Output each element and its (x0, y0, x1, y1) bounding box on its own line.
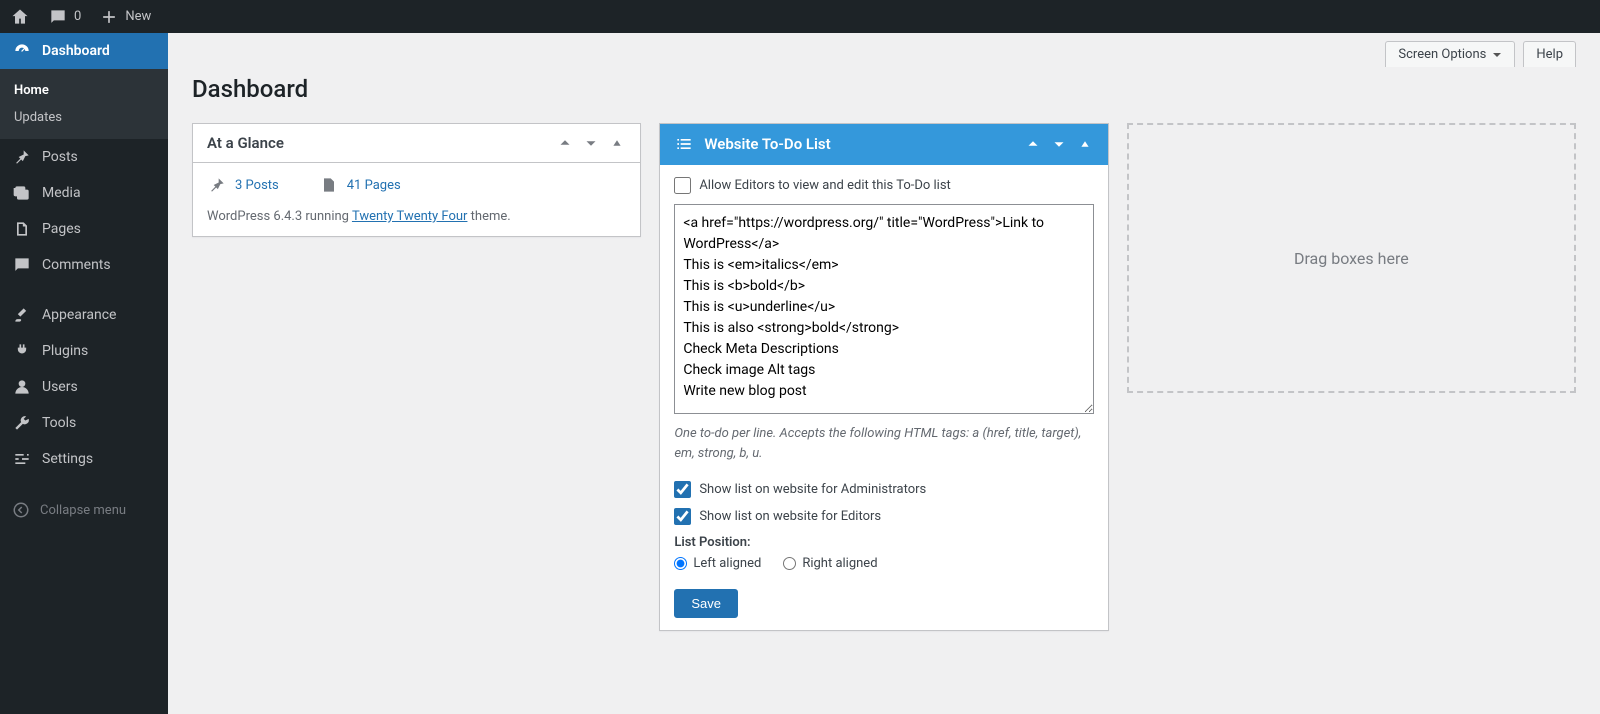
menu-posts[interactable]: Posts (0, 139, 168, 175)
comment-count: 0 (74, 9, 81, 24)
todo-help-text: One to-do per line. Accepts the followin… (674, 424, 1093, 463)
widget-at-a-glance: At a Glance 3 Posts (192, 123, 641, 237)
theme-link[interactable]: Twenty Twenty Four (352, 209, 468, 224)
menu-users[interactable]: Users (0, 369, 168, 405)
position-left-radio[interactable] (674, 557, 687, 570)
widget-title: At a Glance (207, 134, 284, 152)
widget-todo-list: Website To-Do List Allow Editors to view… (659, 123, 1108, 631)
dashboard-icon (12, 41, 32, 61)
todo-textarea[interactable] (674, 204, 1093, 414)
glance-pages-link[interactable]: 41 Pages (319, 175, 401, 195)
chevron-down-icon[interactable] (582, 134, 600, 152)
submenu-home[interactable]: Home (0, 77, 168, 104)
allow-editors-checkbox[interactable] (674, 177, 691, 194)
page-title: Dashboard (192, 75, 1576, 103)
comment-icon (12, 255, 32, 275)
position-label: List Position: (674, 535, 1093, 550)
status-prefix: WordPress 6.4.3 running (207, 209, 352, 224)
allow-editors-label[interactable]: Allow Editors to view and edit this To-D… (699, 178, 950, 193)
glance-pages-label: 41 Pages (347, 178, 401, 193)
menu-tools[interactable]: Tools (0, 405, 168, 441)
list-icon (674, 134, 694, 154)
menu-appearance[interactable]: Appearance (0, 297, 168, 333)
sliders-icon (12, 449, 32, 469)
dropzone-label: Drag boxes here (1294, 249, 1409, 268)
pin-icon (12, 147, 32, 167)
widget-dropzone[interactable]: Drag boxes here (1127, 123, 1576, 393)
admin-sidebar: Dashboard Home Updates Posts Media Pages… (0, 33, 168, 714)
menu-dashboard[interactable]: Dashboard (0, 33, 168, 69)
menu-dashboard-label: Dashboard (42, 43, 110, 59)
menu-comments[interactable]: Comments (0, 247, 168, 283)
menu-media[interactable]: Media (0, 175, 168, 211)
plug-icon (12, 341, 32, 361)
caret-up-icon[interactable] (1076, 135, 1094, 153)
widget-header: At a Glance (193, 124, 640, 163)
position-right-radio[interactable] (783, 557, 796, 570)
media-icon (12, 183, 32, 203)
menu-media-label: Media (42, 185, 81, 201)
menu-plugins[interactable]: Plugins (0, 333, 168, 369)
glance-posts-label: 3 Posts (235, 178, 279, 193)
show-admin-checkbox[interactable] (674, 481, 691, 498)
status-suffix: theme. (467, 209, 510, 224)
glance-posts-link[interactable]: 3 Posts (207, 175, 279, 195)
menu-appearance-label: Appearance (42, 307, 116, 323)
help-label: Help (1536, 47, 1563, 62)
collapse-label: Collapse menu (40, 503, 126, 518)
pages-icon (12, 219, 32, 239)
position-right-label[interactable]: Right aligned (802, 556, 877, 571)
menu-plugins-label: Plugins (42, 343, 88, 359)
menu-settings[interactable]: Settings (0, 441, 168, 477)
chevron-down-icon[interactable] (1050, 135, 1068, 153)
chevron-up-icon[interactable] (1024, 135, 1042, 153)
chevron-up-icon[interactable] (556, 134, 574, 152)
widget-header: Website To-Do List (660, 124, 1107, 165)
toolbar-new[interactable]: New (99, 7, 151, 27)
pages-icon (319, 175, 339, 195)
menu-pages[interactable]: Pages (0, 211, 168, 247)
save-button[interactable]: Save (674, 589, 738, 618)
header-tabs: Screen Options Help (192, 33, 1576, 67)
screen-options-label: Screen Options (1398, 47, 1486, 62)
screen-options-button[interactable]: Screen Options (1385, 41, 1515, 67)
show-admin-label[interactable]: Show list on website for Administrators (699, 482, 926, 497)
caret-up-icon[interactable] (608, 134, 626, 152)
user-icon (12, 377, 32, 397)
help-button[interactable]: Help (1523, 41, 1576, 67)
menu-pages-label: Pages (42, 221, 81, 237)
main-content: Screen Options Help Dashboard At a Glanc… (168, 33, 1600, 714)
wrench-icon (12, 413, 32, 433)
toolbar-comments[interactable]: 0 (48, 7, 81, 27)
menu-users-label: Users (42, 379, 78, 395)
toolbar-home[interactable] (10, 7, 30, 27)
caret-down-icon (1492, 50, 1502, 60)
admin-toolbar: 0 New (0, 0, 1600, 33)
menu-tools-label: Tools (42, 415, 76, 431)
dashboard-submenu: Home Updates (0, 69, 168, 139)
show-editors-checkbox[interactable] (674, 508, 691, 525)
comment-icon (48, 7, 68, 27)
pin-icon (207, 175, 227, 195)
collapse-menu[interactable]: Collapse menu (0, 491, 168, 529)
glance-status: WordPress 6.4.3 running Twenty Twenty Fo… (207, 209, 626, 224)
submenu-updates[interactable]: Updates (0, 104, 168, 131)
show-editors-label[interactable]: Show list on website for Editors (699, 509, 881, 524)
new-label: New (125, 9, 151, 24)
home-icon (10, 7, 30, 27)
brush-icon (12, 305, 32, 325)
menu-settings-label: Settings (42, 451, 93, 467)
menu-comments-label: Comments (42, 257, 111, 273)
position-left-label[interactable]: Left aligned (693, 556, 761, 571)
plus-icon (99, 7, 119, 27)
todo-title-label: Website To-Do List (704, 135, 830, 153)
collapse-icon (12, 501, 30, 519)
menu-posts-label: Posts (42, 149, 78, 165)
